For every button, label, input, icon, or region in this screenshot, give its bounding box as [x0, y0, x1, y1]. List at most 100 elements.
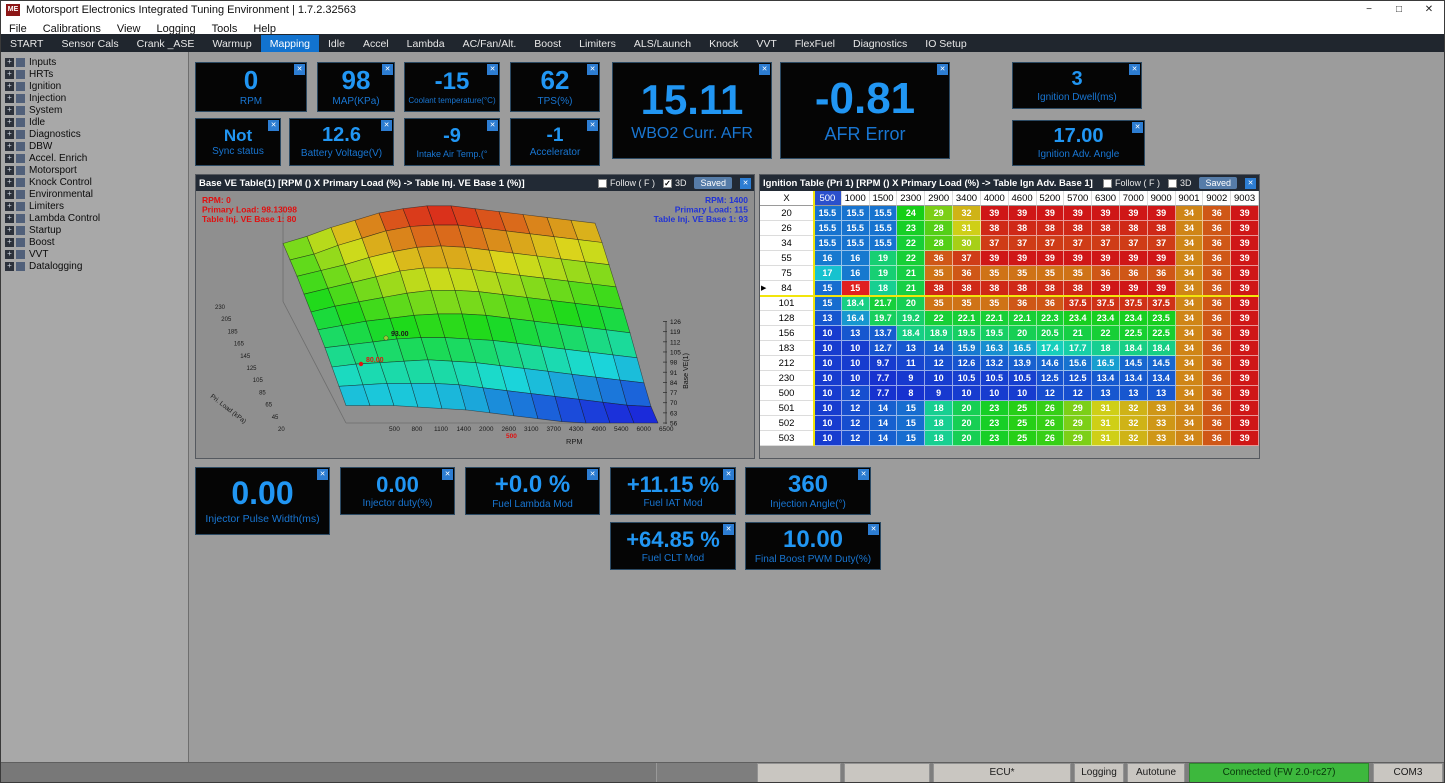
- ign-cell[interactable]: 24: [897, 206, 925, 221]
- ign-cell[interactable]: 29: [925, 206, 953, 221]
- ign-cell[interactable]: 36: [1203, 431, 1231, 446]
- ign-cell[interactable]: 18: [870, 281, 898, 296]
- ign-cell[interactable]: 39: [1231, 236, 1259, 251]
- ign-cell[interactable]: 39: [1231, 401, 1259, 416]
- close-icon[interactable]: ✕: [382, 64, 393, 75]
- close-icon[interactable]: ✕: [487, 120, 498, 131]
- ign-cell[interactable]: 23.4: [1064, 311, 1092, 326]
- sidebar-item-inputs[interactable]: +Inputs: [1, 56, 188, 68]
- ign-cell[interactable]: 32: [1120, 431, 1148, 446]
- ign-col-header-2300[interactable]: 2300: [897, 191, 925, 206]
- ign-cell[interactable]: 29: [1064, 401, 1092, 416]
- ign-cell[interactable]: 36: [1203, 341, 1231, 356]
- statusbar-logging-button[interactable]: Logging: [1074, 763, 1124, 783]
- ign-row-header-26[interactable]: 26: [760, 221, 814, 236]
- ign-cell[interactable]: 18: [925, 431, 953, 446]
- ign-cell[interactable]: 13.4: [1120, 371, 1148, 386]
- ign-cell[interactable]: 9.7: [870, 356, 898, 371]
- ign-cell[interactable]: 10: [814, 371, 842, 386]
- sidebar-item-lambda-control[interactable]: +Lambda Control: [1, 212, 188, 224]
- close-icon[interactable]: ✕: [442, 469, 453, 480]
- ign-cell[interactable]: 15.5: [814, 206, 842, 221]
- ign-col-header-9000[interactable]: 9000: [1148, 191, 1176, 206]
- sidebar-item-system[interactable]: +System: [1, 104, 188, 116]
- ign-cell[interactable]: 10.5: [1009, 371, 1037, 386]
- ign-cell[interactable]: 34: [1176, 311, 1204, 326]
- ign-cell[interactable]: 36: [1037, 296, 1065, 311]
- ign-cell[interactable]: 37: [981, 236, 1009, 251]
- tab-limiters[interactable]: Limiters: [570, 35, 625, 53]
- ign-cell[interactable]: 33: [1148, 431, 1176, 446]
- ign-cell[interactable]: 25: [1009, 431, 1037, 446]
- ign-cell[interactable]: 13.9: [1009, 356, 1037, 371]
- ign-cell[interactable]: 34: [1176, 401, 1204, 416]
- ign-cell[interactable]: 22.1: [1009, 311, 1037, 326]
- ign-cell[interactable]: 12.6: [953, 356, 981, 371]
- ign-cell[interactable]: 22.1: [981, 311, 1009, 326]
- ign-cell[interactable]: 36: [1203, 266, 1231, 281]
- ign-cell[interactable]: 13.4: [1148, 371, 1176, 386]
- ign-cell[interactable]: 25: [1009, 416, 1037, 431]
- ign-cell[interactable]: 23: [981, 416, 1009, 431]
- ign-col-header-3400[interactable]: 3400: [953, 191, 981, 206]
- ign-cell[interactable]: 7.7: [870, 371, 898, 386]
- ign-cell[interactable]: 22.5: [1148, 326, 1176, 341]
- close-icon[interactable]: ✕: [937, 64, 948, 75]
- ign-cell[interactable]: 38: [1120, 221, 1148, 236]
- ign-col-header-1000[interactable]: 1000: [842, 191, 870, 206]
- ign-cell[interactable]: 34: [1176, 386, 1204, 401]
- ign-cell[interactable]: 15: [814, 296, 842, 311]
- ign-cell[interactable]: 20: [953, 431, 981, 446]
- expand-icon[interactable]: +: [5, 130, 14, 139]
- ign-cell[interactable]: 20: [953, 401, 981, 416]
- tab-lambda[interactable]: Lambda: [398, 35, 454, 53]
- ign-cell[interactable]: 38: [1037, 221, 1065, 236]
- ign-cell[interactable]: 39: [1231, 341, 1259, 356]
- ign-col-header-7000[interactable]: 7000: [1120, 191, 1148, 206]
- ign-cell[interactable]: 39: [1120, 251, 1148, 266]
- ign-cell[interactable]: 39: [1092, 206, 1120, 221]
- ign-cell[interactable]: 14: [870, 416, 898, 431]
- ign-cell[interactable]: 39: [1120, 206, 1148, 221]
- ign-follow-checkbox[interactable]: Follow ( F ): [1103, 178, 1160, 188]
- ign-cell[interactable]: 39: [1231, 266, 1259, 281]
- ign-cell[interactable]: 38: [981, 221, 1009, 236]
- ign-cell[interactable]: 37: [1092, 236, 1120, 251]
- statusbar-autotune-button[interactable]: Autotune: [1127, 763, 1185, 783]
- ign-cell[interactable]: 31: [1092, 431, 1120, 446]
- ign-col-header-4600[interactable]: 4600: [1009, 191, 1037, 206]
- ign-cell[interactable]: 34: [1176, 251, 1204, 266]
- close-icon[interactable]: ✕: [487, 64, 498, 75]
- ign-row-header-502[interactable]: 502: [760, 416, 814, 431]
- ign-cell[interactable]: 10: [842, 371, 870, 386]
- tab-diagnostics[interactable]: Diagnostics: [844, 35, 916, 53]
- maximize-icon[interactable]: □: [1384, 1, 1414, 19]
- ign-cell[interactable]: 23.5: [1148, 311, 1176, 326]
- ign-cell[interactable]: 17: [814, 266, 842, 281]
- ign-cell[interactable]: 37: [1064, 236, 1092, 251]
- ign-cell[interactable]: 16.3: [981, 341, 1009, 356]
- expand-icon[interactable]: +: [5, 190, 14, 199]
- ign-cell[interactable]: 14: [870, 401, 898, 416]
- ign-cell[interactable]: 34: [1176, 236, 1204, 251]
- ign-cell[interactable]: 31: [953, 221, 981, 236]
- expand-icon[interactable]: +: [5, 106, 14, 115]
- ign-cell[interactable]: 39: [1231, 326, 1259, 341]
- ign-cell[interactable]: 18: [1092, 341, 1120, 356]
- sidebar-item-diagnostics[interactable]: +Diagnostics: [1, 128, 188, 140]
- ign-col-header-9001[interactable]: 9001: [1176, 191, 1204, 206]
- tab-crank-ase[interactable]: Crank _ASE: [128, 35, 204, 53]
- tab-start[interactable]: START: [1, 35, 52, 53]
- ign-cell[interactable]: 10: [925, 371, 953, 386]
- sidebar-item-limiters[interactable]: +Limiters: [1, 200, 188, 212]
- ign-cell[interactable]: 15: [897, 401, 925, 416]
- ign-cell[interactable]: 14.5: [1120, 356, 1148, 371]
- expand-icon[interactable]: +: [5, 94, 14, 103]
- ign-cell[interactable]: 10: [814, 386, 842, 401]
- ign-cell[interactable]: 13.2: [981, 356, 1009, 371]
- tab-ac-fan-alt[interactable]: AC/Fan/Alt.: [454, 35, 526, 53]
- ign-cell[interactable]: 18.4: [1148, 341, 1176, 356]
- ign-cell[interactable]: 15.5: [842, 206, 870, 221]
- ign-cell[interactable]: 35: [1037, 266, 1065, 281]
- ign-cell[interactable]: 33: [1148, 401, 1176, 416]
